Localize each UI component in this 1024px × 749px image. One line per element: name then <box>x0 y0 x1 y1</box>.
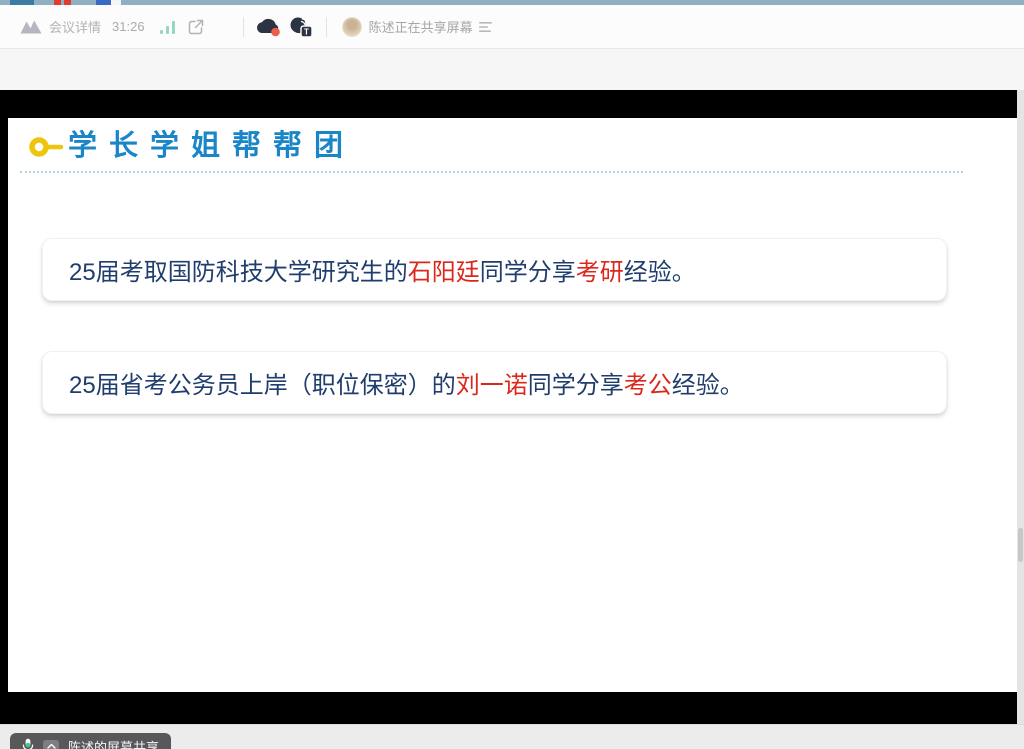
highlight-text: 石阳廷 <box>408 252 480 287</box>
screen-share-label: 陈述的屏幕共享 <box>68 737 159 749</box>
toolbar-divider <box>243 17 244 37</box>
meeting-details-link[interactable]: 会议详情 <box>49 17 101 36</box>
live-caption-icon[interactable]: T <box>289 16 314 38</box>
scrollbar-thumb[interactable] <box>1018 528 1023 562</box>
card-text: 25届考取国防科技大学研究生的 <box>69 252 408 287</box>
sharing-status-label: 陈述正在共享屏幕 <box>369 17 473 36</box>
open-external-icon[interactable] <box>187 18 205 36</box>
meeting-app-window: 会议详情 31:26 <box>0 0 1024 749</box>
letterbox-bottom <box>0 692 1017 724</box>
collapse-pill-button[interactable] <box>43 740 59 749</box>
card-text: 25届省考公务员上岸（职位保密）的 <box>69 365 456 400</box>
card-text: 经验。 <box>672 365 744 400</box>
highlight-text: 考研 <box>576 252 624 287</box>
presenter-avatar <box>342 17 362 37</box>
experience-card-2: 25届省考公务员上岸（职位保密）的刘一诺同学分享考公经验。 <box>42 351 947 414</box>
experience-card-1: 25届考取国防科技大学研究生的石阳廷同学分享考研经验。 <box>42 238 947 301</box>
microphone-icon[interactable] <box>22 738 34 749</box>
cloud-recording-icon[interactable] <box>255 16 282 37</box>
svg-text:T: T <box>304 27 309 36</box>
slide-left-edge <box>0 118 8 692</box>
letterbox-top <box>0 90 1017 118</box>
card-text: 经验。 <box>624 252 696 287</box>
card-text: 同学分享 <box>528 365 624 400</box>
slide-title-row: 学长学姐帮帮团 <box>28 131 355 163</box>
meeting-toolbar: 会议详情 31:26 <box>0 5 1024 49</box>
sharing-options-icon[interactable] <box>479 21 494 33</box>
slide-title: 学长学姐帮帮团 <box>68 131 355 163</box>
card-text: 同学分享 <box>480 252 576 287</box>
bottom-strip: 陈述的屏幕共享 <box>0 724 1024 749</box>
toolbar-divider <box>326 17 327 37</box>
signal-strength-icon[interactable] <box>160 20 177 34</box>
screen-share-pill: 陈述的屏幕共享 <box>10 733 171 749</box>
highlight-text: 刘一诺 <box>456 365 528 400</box>
scrollbar-track <box>1017 90 1024 749</box>
title-underline <box>20 171 963 173</box>
meeting-timer: 31:26 <box>112 19 145 34</box>
meeting-logo-icon <box>20 19 42 34</box>
toolbar-gap <box>0 49 1024 90</box>
shared-slide: 学长学姐帮帮团 25届考取国防科技大学研究生的石阳廷同学分享考研经验。 25届省… <box>0 118 1017 692</box>
highlight-text: 考公 <box>624 365 672 400</box>
key-icon <box>28 135 64 159</box>
